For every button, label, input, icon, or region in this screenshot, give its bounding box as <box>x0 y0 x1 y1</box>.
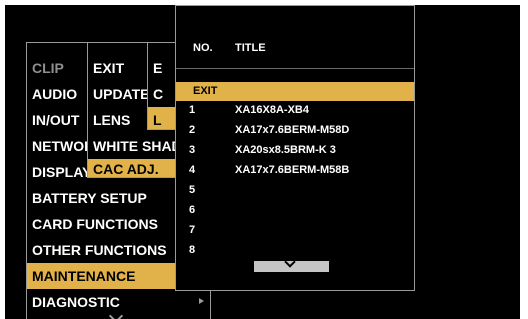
lens-file-list: NO. TITLE EXIT 1 XA16X8A-XB4 2 XA17x7.6BER… <box>175 5 415 291</box>
list-row-8[interactable]: 8 <box>176 241 414 260</box>
scroll-down-button[interactable] <box>254 256 329 272</box>
list-row-7[interactable]: 7 <box>176 221 414 240</box>
camera-menu-screen: CLIP AUDIO IN/OUT NETWORK DISPLAY BATTER… <box>5 5 520 319</box>
triangle-right-icon <box>199 298 204 304</box>
column-no-header: NO. <box>193 42 213 54</box>
list-row-4[interactable]: 4 XA17x7.6BERM-M58B <box>176 161 414 180</box>
column-title-header: TITLE <box>235 42 266 54</box>
list-header: NO. TITLE <box>176 6 414 69</box>
list-row-6[interactable]: 6 <box>176 201 414 220</box>
list-row-3[interactable]: 3 XA20sx8.5BRM-K 3 <box>176 141 414 160</box>
list-exit-row[interactable]: EXIT <box>176 82 414 101</box>
list-row-1[interactable]: 1 XA16X8A-XB4 <box>176 101 414 120</box>
list-row-5[interactable]: 5 <box>176 181 414 200</box>
list-row-2[interactable]: 2 XA17x7.6BERM-M58D <box>176 121 414 140</box>
